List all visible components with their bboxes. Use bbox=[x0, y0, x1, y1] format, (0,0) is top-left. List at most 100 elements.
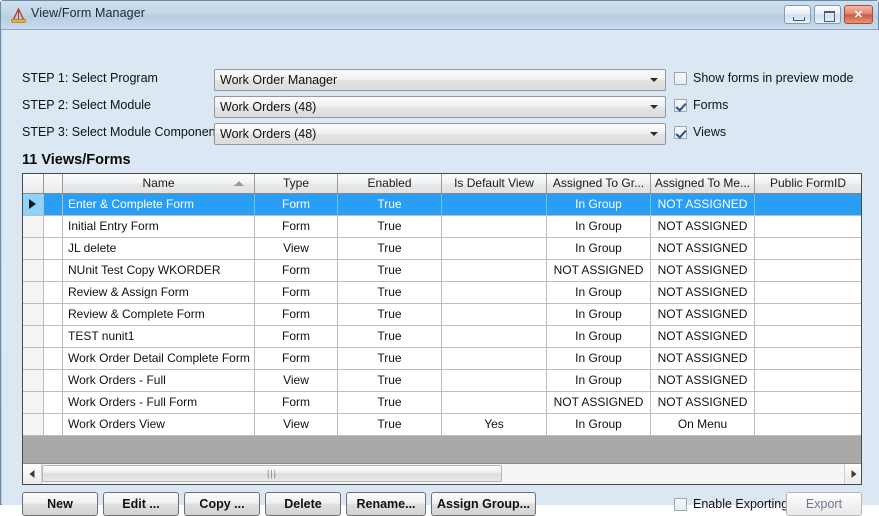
cell-public-formid[interactable] bbox=[755, 392, 861, 413]
table-row[interactable]: Work Orders - Full View True In Group NOT AS… bbox=[23, 370, 861, 392]
delete-button[interactable]: Delete bbox=[265, 492, 341, 516]
cell-assigned-to-group[interactable]: In Group bbox=[547, 238, 651, 259]
row-selector-cell[interactable] bbox=[23, 194, 44, 215]
cell-assigned-to-group[interactable]: In Group bbox=[547, 304, 651, 325]
cell-name[interactable]: JL delete bbox=[63, 238, 255, 259]
cell-assigned-to-group[interactable]: In Group bbox=[547, 194, 651, 215]
scroll-left-button[interactable] bbox=[23, 464, 42, 484]
cell-enabled[interactable]: True bbox=[338, 216, 442, 237]
row-selector-cell[interactable] bbox=[23, 392, 44, 413]
cell-assigned-to-menu[interactable]: NOT ASSIGNED bbox=[651, 370, 755, 391]
cell-type[interactable]: Form bbox=[255, 326, 338, 347]
scrollbar-track[interactable]: ||| bbox=[42, 464, 844, 484]
cell-name[interactable]: Review & Assign Form bbox=[63, 282, 255, 303]
copy-button[interactable]: Copy ... bbox=[184, 492, 260, 516]
select-program-combobox[interactable]: Work Order Manager bbox=[214, 69, 666, 91]
table-row[interactable]: JL delete View True In Group NOT ASSIGNED bbox=[23, 238, 861, 260]
cell-assigned-to-menu[interactable]: NOT ASSIGNED bbox=[651, 348, 755, 369]
column-header-assigned-to-menu[interactable]: Assigned To Me... bbox=[651, 174, 755, 193]
cell-public-formid[interactable] bbox=[755, 216, 861, 237]
cell-name[interactable]: Enter & Complete Form bbox=[63, 194, 255, 215]
show-preview-mode-checkbox-row[interactable]: Show forms in preview mode bbox=[674, 71, 853, 85]
cell-assigned-to-group[interactable]: In Group bbox=[547, 216, 651, 237]
cell-type[interactable]: Form bbox=[255, 392, 338, 413]
enable-exporting-checkbox-row[interactable]: Enable Exporting bbox=[674, 497, 788, 511]
column-header-name[interactable]: Name bbox=[63, 174, 255, 193]
row-selector-cell[interactable] bbox=[23, 260, 44, 281]
enable-exporting-checkbox[interactable] bbox=[674, 497, 687, 511]
new-button[interactable]: New bbox=[22, 492, 98, 516]
cell-enabled[interactable]: True bbox=[338, 304, 442, 325]
select-module-component-combobox[interactable]: Work Orders (48) bbox=[214, 123, 666, 145]
row-selector-cell[interactable] bbox=[23, 348, 44, 369]
cell-public-formid[interactable] bbox=[755, 282, 861, 303]
cell-public-formid[interactable] bbox=[755, 326, 861, 347]
cell-assigned-to-group[interactable]: In Group bbox=[547, 326, 651, 347]
cell-assigned-to-group[interactable]: In Group bbox=[547, 414, 651, 435]
title-bar[interactable]: View/Form Manager ✕ bbox=[1, 1, 878, 30]
cell-public-formid[interactable] bbox=[755, 414, 861, 435]
cell-type[interactable]: Form bbox=[255, 260, 338, 281]
cell-type[interactable]: Form bbox=[255, 348, 338, 369]
scrollbar-thumb[interactable]: ||| bbox=[42, 465, 502, 482]
cell-is-default-view[interactable] bbox=[442, 260, 547, 281]
cell-public-formid[interactable] bbox=[755, 194, 861, 215]
table-row[interactable]: TEST nunit1 Form True In Group NOT ASSIGNED bbox=[23, 326, 861, 348]
cell-enabled[interactable]: True bbox=[338, 326, 442, 347]
views-checkbox[interactable] bbox=[674, 125, 687, 139]
cell-enabled[interactable]: True bbox=[338, 260, 442, 281]
cell-enabled[interactable]: True bbox=[338, 238, 442, 259]
row-selector-cell[interactable] bbox=[23, 216, 44, 237]
edit-button[interactable]: Edit ... bbox=[103, 492, 179, 516]
cell-name[interactable]: TEST nunit1 bbox=[63, 326, 255, 347]
forms-checkbox-row[interactable]: Forms bbox=[674, 98, 728, 112]
assign-group-button[interactable]: Assign Group... bbox=[431, 492, 536, 516]
cell-type[interactable]: View bbox=[255, 238, 338, 259]
cell-type[interactable]: View bbox=[255, 370, 338, 391]
cell-enabled[interactable]: True bbox=[338, 194, 442, 215]
rename-button[interactable]: Rename... bbox=[346, 492, 426, 516]
cell-is-default-view[interactable] bbox=[442, 326, 547, 347]
cell-name[interactable]: NUnit Test Copy WKORDER bbox=[63, 260, 255, 281]
table-row[interactable]: Enter & Complete Form Form True In Group NOT… bbox=[23, 194, 861, 216]
row-selector-cell[interactable] bbox=[23, 238, 44, 259]
maximize-button[interactable] bbox=[814, 5, 841, 24]
cell-is-default-view[interactable] bbox=[442, 392, 547, 413]
cell-enabled[interactable]: True bbox=[338, 348, 442, 369]
cell-assigned-to-menu[interactable]: On Menu bbox=[651, 414, 755, 435]
cell-is-default-view[interactable] bbox=[442, 238, 547, 259]
cell-is-default-view[interactable] bbox=[442, 216, 547, 237]
cell-name[interactable]: Review & Complete Form bbox=[63, 304, 255, 325]
table-row[interactable]: Work Orders - Full Form Form True NOT ASSIG… bbox=[23, 392, 861, 414]
row-selector-cell[interactable] bbox=[23, 304, 44, 325]
export-button[interactable]: Export bbox=[786, 492, 862, 516]
show-preview-mode-checkbox[interactable] bbox=[674, 71, 687, 85]
column-header-is-default-view[interactable]: Is Default View bbox=[442, 174, 547, 193]
cell-is-default-view[interactable] bbox=[442, 370, 547, 391]
column-header-enabled[interactable]: Enabled bbox=[338, 174, 442, 193]
grid-horizontal-scrollbar[interactable]: ||| bbox=[23, 463, 861, 484]
row-selector-cell[interactable] bbox=[23, 370, 44, 391]
table-row[interactable]: Initial Entry Form Form True In Group NOT AS… bbox=[23, 216, 861, 238]
cell-assigned-to-menu[interactable]: NOT ASSIGNED bbox=[651, 238, 755, 259]
cell-assigned-to-menu[interactable]: NOT ASSIGNED bbox=[651, 304, 755, 325]
cell-enabled[interactable]: True bbox=[338, 414, 442, 435]
cell-name[interactable]: Work Orders View bbox=[63, 414, 255, 435]
cell-assigned-to-menu[interactable]: NOT ASSIGNED bbox=[651, 282, 755, 303]
row-selector-cell[interactable] bbox=[23, 414, 44, 435]
minimize-button[interactable] bbox=[784, 5, 811, 24]
cell-type[interactable]: Form bbox=[255, 194, 338, 215]
cell-assigned-to-group[interactable]: NOT ASSIGNED bbox=[547, 392, 651, 413]
table-row[interactable]: NUnit Test Copy WKORDER Form True NOT ASSIG… bbox=[23, 260, 861, 282]
cell-type[interactable]: Form bbox=[255, 282, 338, 303]
cell-type[interactable]: Form bbox=[255, 304, 338, 325]
cell-is-default-view[interactable] bbox=[442, 194, 547, 215]
row-selector-cell[interactable] bbox=[23, 282, 44, 303]
cell-is-default-view[interactable]: Yes bbox=[442, 414, 547, 435]
cell-is-default-view[interactable] bbox=[442, 348, 547, 369]
cell-name[interactable]: Initial Entry Form bbox=[63, 216, 255, 237]
cell-is-default-view[interactable] bbox=[442, 282, 547, 303]
table-row[interactable]: Work Orders View View True Yes In Group On Me… bbox=[23, 414, 861, 436]
cell-public-formid[interactable] bbox=[755, 348, 861, 369]
cell-assigned-to-menu[interactable]: NOT ASSIGNED bbox=[651, 326, 755, 347]
